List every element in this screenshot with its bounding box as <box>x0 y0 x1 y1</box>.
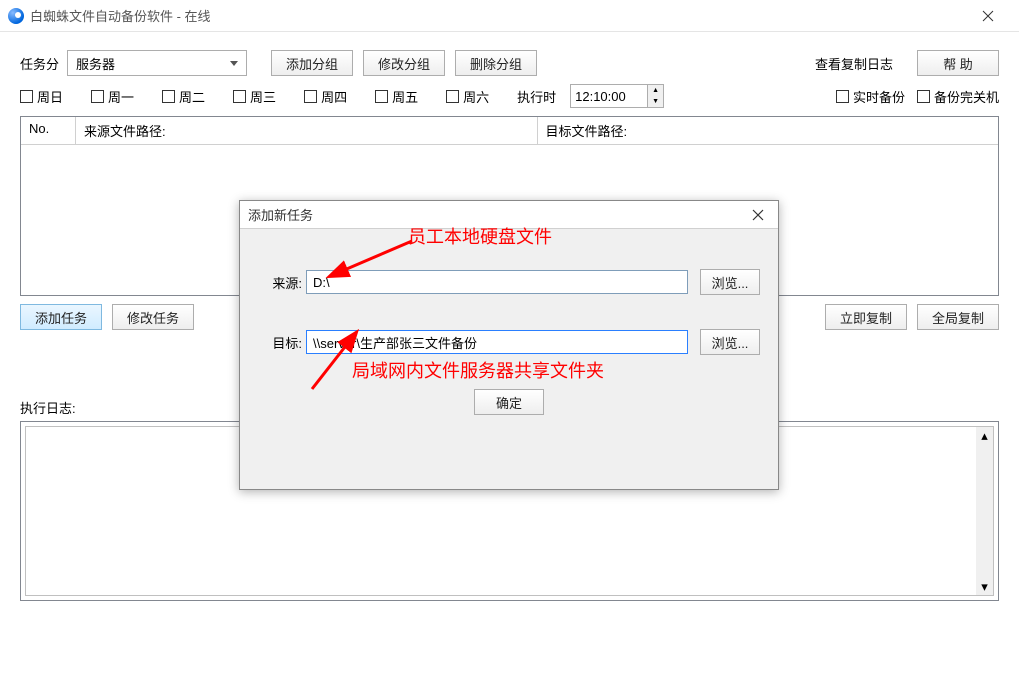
add-group-button[interactable]: 添加分组 <box>271 50 353 76</box>
source-label: 来源: <box>258 273 302 292</box>
source-input[interactable] <box>306 270 688 294</box>
checkbox-tuesday[interactable]: 周二 <box>162 87 205 106</box>
close-icon <box>752 209 764 221</box>
delete-group-button[interactable]: 删除分组 <box>455 50 537 76</box>
checkbox-shutdown-after[interactable]: 备份完关机 <box>917 87 999 106</box>
table-header: No. 来源文件路径: 目标文件路径: <box>21 117 998 145</box>
exec-time-spinner[interactable]: ▲▼ <box>570 84 664 108</box>
exec-time-input[interactable] <box>571 85 647 107</box>
window-title: 白蜘蛛文件自动备份软件 - 在线 <box>30 6 211 25</box>
global-copy-button[interactable]: 全局复制 <box>917 304 999 330</box>
titlebar: 白蜘蛛文件自动备份软件 - 在线 <box>0 0 1019 32</box>
view-copy-log-link[interactable]: 查看复制日志 <box>815 54 893 73</box>
scroll-down-icon[interactable]: ▾ <box>976 578 993 595</box>
task-group-label: 任务分 <box>20 54 59 73</box>
target-input[interactable] <box>306 330 688 354</box>
window-close-button[interactable] <box>965 0 1011 32</box>
target-label: 目标: <box>258 333 302 352</box>
dialog-close-button[interactable] <box>746 203 770 227</box>
checkbox-friday[interactable]: 周五 <box>375 87 418 106</box>
copy-now-button[interactable]: 立即复制 <box>825 304 907 330</box>
modify-group-button[interactable]: 修改分组 <box>363 50 445 76</box>
add-task-dialog: 添加新任务 来源: 浏览... 目标: 浏览... 确定 员工本地硬盘文件 局域… <box>239 200 779 490</box>
checkbox-saturday[interactable]: 周六 <box>446 87 489 106</box>
task-group-select[interactable]: 服务器 <box>67 50 247 76</box>
exec-time-label: 执行时 <box>517 87 556 106</box>
help-button[interactable]: 帮 助 <box>917 50 999 76</box>
annotation-bottom: 局域网内文件服务器共享文件夹 <box>352 357 604 383</box>
target-browse-button[interactable]: 浏览... <box>700 329 760 355</box>
scrollbar[interactable]: ▴ ▾ <box>976 427 993 595</box>
add-task-button[interactable]: 添加任务 <box>20 304 102 330</box>
app-icon <box>8 8 24 24</box>
spinner-up-icon[interactable]: ▲ <box>648 85 663 96</box>
scroll-up-icon[interactable]: ▴ <box>976 427 993 444</box>
checkbox-thursday[interactable]: 周四 <box>304 87 347 106</box>
col-target-path[interactable]: 目标文件路径: <box>538 117 999 145</box>
col-no[interactable]: No. <box>21 117 76 145</box>
checkbox-monday[interactable]: 周一 <box>91 87 134 106</box>
checkbox-realtime-backup[interactable]: 实时备份 <box>836 87 905 106</box>
checkbox-wednesday[interactable]: 周三 <box>233 87 276 106</box>
dialog-title: 添加新任务 <box>248 205 746 224</box>
checkbox-sunday[interactable]: 周日 <box>20 87 63 106</box>
modify-task-button[interactable]: 修改任务 <box>112 304 194 330</box>
close-icon <box>982 10 994 22</box>
spinner-down-icon[interactable]: ▼ <box>648 96 663 107</box>
dialog-ok-button[interactable]: 确定 <box>474 389 544 415</box>
col-source-path[interactable]: 来源文件路径: <box>76 117 538 145</box>
source-browse-button[interactable]: 浏览... <box>700 269 760 295</box>
task-group-selected: 服务器 <box>76 54 115 73</box>
